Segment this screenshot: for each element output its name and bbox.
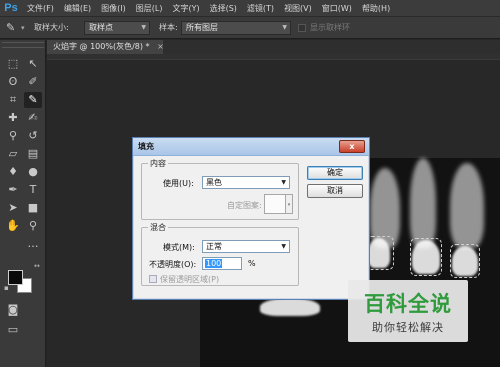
chevron-down-icon: ▼ [281,179,286,186]
close-icon[interactable]: × [157,42,164,51]
dialog-title-bar[interactable]: 填充 x [133,138,369,156]
mode-label: 模式(M): [163,243,195,252]
eyedropper-icon[interactable]: ✎ [6,21,20,35]
sample-size-value: 取样点 [89,23,113,32]
menu-layer[interactable]: 图层(L) [131,0,168,17]
hand-icon[interactable]: ✋ [4,218,22,234]
document-tab-title: 火焰字 @ 100%(灰色/8) * [53,42,150,51]
selection-marquee [450,244,480,278]
selection-marquee [366,236,394,270]
use-label: 使用(U): [163,179,194,188]
screen-mode-icon[interactable]: ▭ [4,322,22,338]
move-icon[interactable]: ↖ [24,56,42,72]
rectangle-shape-icon[interactable]: ■ [24,200,42,216]
history-brush-icon[interactable]: ↺ [24,128,42,144]
custom-pattern-picker[interactable] [264,194,286,214]
opacity-label: 不透明度(O): [149,260,197,269]
sample-label: 样本: [159,23,178,32]
menu-view[interactable]: 视图(V) [279,0,317,17]
use-value: 黑色 [206,178,222,187]
crop-icon[interactable]: ⌗ [4,92,22,108]
toolbox-grip[interactable] [2,42,44,48]
eyedropper-tool-icon[interactable]: ✎ [24,92,42,108]
menu-type[interactable]: 文字(Y) [167,0,204,17]
menu-window[interactable]: 窗口(W) [317,0,357,17]
blur-icon[interactable]: ♦ [4,164,22,180]
flame-artwork [260,298,320,316]
chevron-down-icon: ▼ [141,24,146,31]
watermark-subtitle: 助你轻松解决 [372,321,444,334]
opacity-unit: % [248,259,256,268]
document-tab-bar: 火焰字 @ 100%(灰色/8) * × [47,40,500,54]
custom-pattern-label: 自定图案: [227,201,262,210]
menu-bar: Ps 文件(F) 编辑(E) 图像(I) 图层(L) 文字(Y) 选择(S) 滤… [0,0,500,17]
foreground-color-swatch[interactable] [8,270,23,285]
more-tools-icon[interactable]: … [24,236,42,252]
preserve-transparency-label: 保留透明区域(P) [160,275,220,284]
blending-group-title: 混合 [150,223,166,232]
type-icon[interactable]: T [24,182,42,198]
fill-dialog: 填充 x 内容 使用(U): 黑色 ▼ 自定图案: ▾ 混合 模式(M): 正常… [132,137,370,300]
healing-brush-icon[interactable]: ✚ [4,110,22,126]
sample-size-label: 取样大小: [34,23,69,32]
swap-colors-icon[interactable]: ↔ [34,262,40,270]
menu-filter[interactable]: 滤镜(T) [242,0,279,17]
pattern-dropdown-icon[interactable]: ▾ [286,194,293,214]
show-sampling-ring-label: 显示取样环 [310,23,350,32]
cancel-button[interactable]: 取消 [307,184,363,198]
zoom-icon[interactable]: ⚲ [24,218,42,234]
content-group-title: 内容 [150,159,166,168]
canvas-top-edge [47,54,500,60]
flame-artwork [450,163,484,248]
dialog-title: 填充 [138,142,154,151]
menu-help[interactable]: 帮助(H) [357,0,395,17]
tool-preset-dropdown-icon[interactable]: ▾ [21,21,25,35]
photoshop-logo: Ps [4,2,18,14]
toolbox: ⬚ ↖ ʘ ✐ ⌗ ✎ ✚ ✍ ⚲ ↺ ▱ ▤ ♦ ● ✒ T ➤ ■ ✋ ⚲ … [0,40,46,367]
menu-file[interactable]: 文件(F) [22,0,59,17]
default-colors-icon[interactable]: ▪ [4,284,9,292]
clone-stamp-icon[interactable]: ⚲ [4,128,22,144]
preserve-transparency-checkbox[interactable] [149,275,157,283]
menu-image[interactable]: 图像(I) [96,0,131,17]
opacity-value: 100 [205,259,223,268]
lasso-icon[interactable]: ʘ [4,74,22,90]
menu-select[interactable]: 选择(S) [205,0,242,17]
baike-watermark: 百科全说 助你轻松解决 [348,280,468,342]
dodge-icon[interactable]: ● [24,164,42,180]
mode-value: 正常 [206,242,222,251]
chevron-down-icon: ▼ [281,243,286,250]
opacity-input[interactable]: 100 [202,257,242,270]
quick-mask-icon[interactable]: ◙ [4,302,22,318]
dialog-close-button[interactable]: x [339,140,365,153]
show-sampling-ring-checkbox[interactable] [298,24,306,32]
sample-size-select[interactable]: 取样点 ▼ [84,21,150,35]
gradient-icon[interactable]: ▤ [24,146,42,162]
brush-icon[interactable]: ✍ [24,110,42,126]
sample-value: 所有图层 [186,23,218,32]
pen-icon[interactable]: ✒ [4,182,22,198]
selection-marquee [410,238,442,276]
marquee-icon[interactable]: ⬚ [4,56,22,72]
ok-button[interactable]: 确定 [307,166,363,180]
options-bar: ✎ ▾ 取样大小: 取样点 ▼ 样本: 所有图层 ▼ 显示取样环 [0,17,500,39]
mode-select[interactable]: 正常 ▼ [202,240,290,253]
document-tab[interactable]: 火焰字 @ 100%(灰色/8) * × [47,40,164,54]
flame-artwork [410,158,436,248]
menu-edit[interactable]: 编辑(E) [59,0,96,17]
eraser-icon[interactable]: ▱ [4,146,22,162]
watermark-title: 百科全说 [364,292,452,316]
chevron-down-icon: ▼ [282,24,287,31]
path-select-icon[interactable]: ➤ [4,200,22,216]
use-select[interactable]: 黑色 ▼ [202,176,290,189]
sample-select[interactable]: 所有图层 ▼ [181,21,291,35]
quick-select-icon[interactable]: ✐ [24,74,42,90]
